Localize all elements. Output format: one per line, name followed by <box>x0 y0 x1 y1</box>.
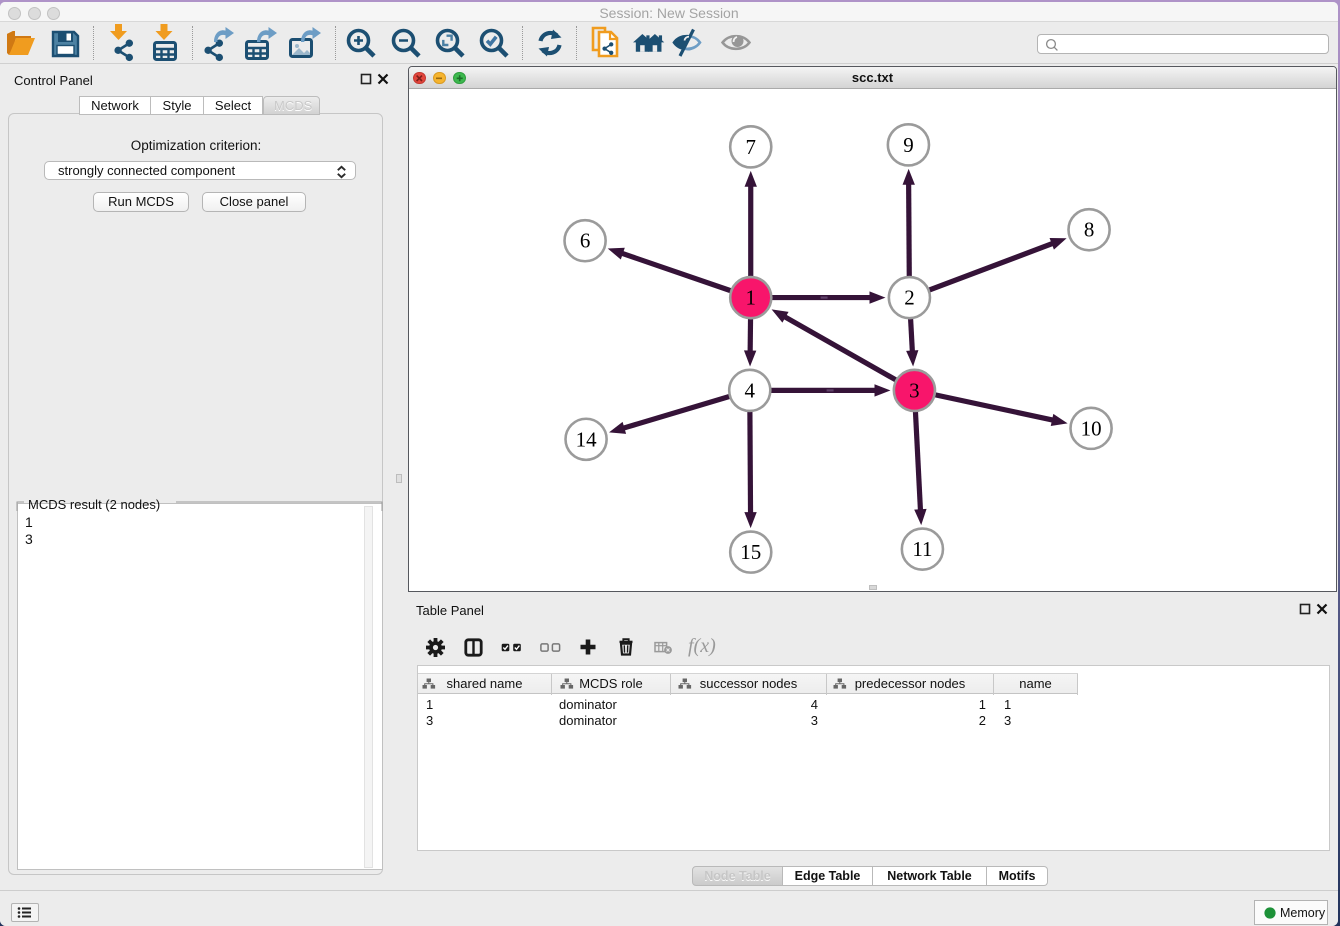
svg-text:10: 10 <box>1081 416 1102 440</box>
svg-text:15: 15 <box>740 540 761 564</box>
svg-text:2: 2 <box>904 286 914 310</box>
svg-text:1: 1 <box>746 286 756 310</box>
svg-text:6: 6 <box>580 229 590 253</box>
svg-text:4: 4 <box>745 378 756 402</box>
svg-text:11: 11 <box>912 537 932 561</box>
svg-text:14: 14 <box>576 427 597 451</box>
svg-text:8: 8 <box>1084 218 1094 242</box>
svg-text:7: 7 <box>746 135 756 159</box>
svg-text:3: 3 <box>909 378 919 402</box>
svg-text:9: 9 <box>903 133 913 157</box>
